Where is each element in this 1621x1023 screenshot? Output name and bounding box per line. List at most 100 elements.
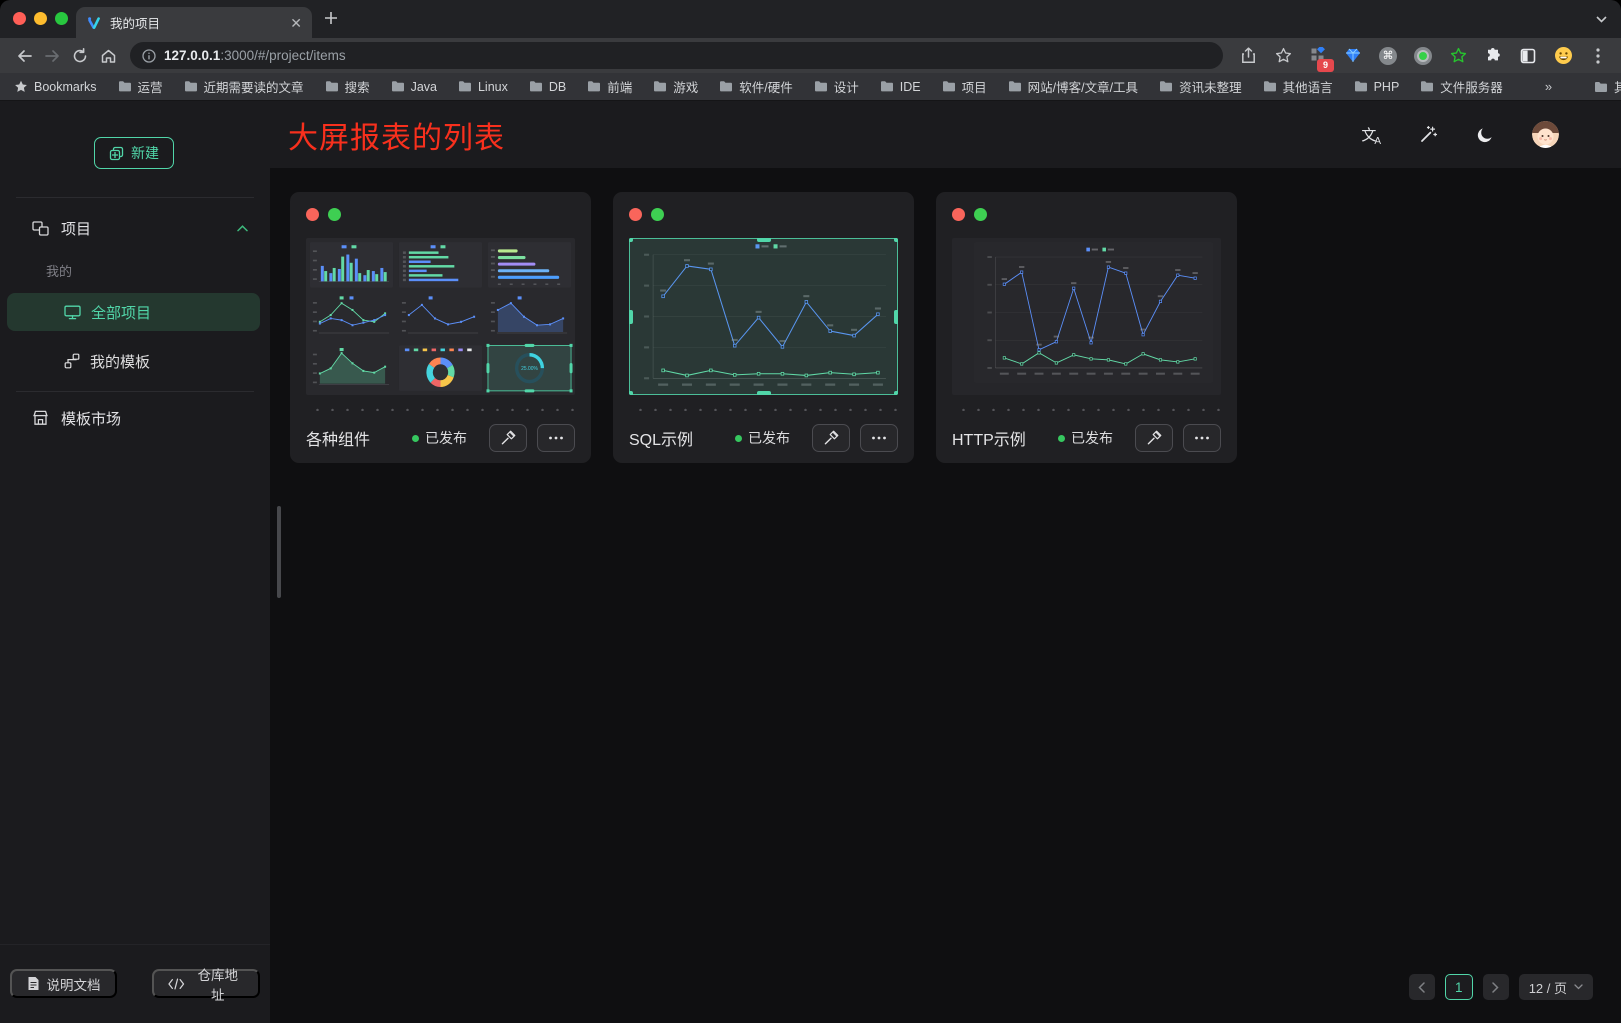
project-card[interactable]: HTTP示例 已发布 [936, 192, 1237, 463]
bookmark-folder[interactable]: DB [529, 80, 566, 94]
close-window-button[interactable] [13, 12, 26, 25]
document-icon [27, 976, 40, 991]
code-icon [168, 978, 185, 990]
menu-kebab-button[interactable] [1585, 43, 1611, 69]
repo-button[interactable]: 仓库地址 [152, 969, 260, 998]
ext-green-dot-icon[interactable] [1410, 43, 1436, 69]
browser-tab-strip: 我的项目 ✕ [0, 0, 1621, 38]
status-dot [412, 435, 419, 442]
bookmark-folder[interactable]: 前端 [587, 77, 632, 96]
bookmark-star-button[interactable] [1270, 43, 1296, 69]
current-page-button[interactable]: 1 [1445, 974, 1473, 1000]
project-card[interactable]: SQL示例 已发布 [613, 192, 914, 463]
tab-close-icon[interactable]: ✕ [290, 16, 302, 30]
project-list-content: 25.00% 各种组件 已发布 [270, 168, 1621, 1023]
page-title: 大屏报表的列表 [288, 113, 505, 157]
other-bookmarks-folder[interactable]: 其他书签 [1594, 77, 1621, 96]
bookmark-folder[interactable]: 其他语言 [1263, 77, 1333, 96]
bookmark-folder[interactable]: IDE [880, 80, 921, 94]
bookmark-folder[interactable]: Linux [458, 80, 508, 94]
folder-icon [719, 80, 733, 93]
folder-icon [1263, 80, 1277, 93]
extension-badge: 9 [1317, 59, 1334, 72]
bookmark-folder[interactable]: 文件服务器 [1420, 77, 1503, 96]
bookmarks-manager-item[interactable]: Bookmarks [14, 80, 97, 94]
more-actions-button[interactable] [1183, 424, 1221, 452]
next-page-button[interactable] [1483, 974, 1509, 1000]
folder-icon [325, 80, 339, 93]
ext-green-star-icon[interactable] [1445, 43, 1471, 69]
bookmark-folder[interactable]: 设计 [814, 77, 859, 96]
zoom-window-button[interactable] [55, 12, 68, 25]
address-bar[interactable]: 127.0.0.1:3000/#/project/items [130, 42, 1223, 69]
bookmark-folder[interactable]: 网站/博客/文章/工具 [1008, 77, 1138, 96]
folder-icon [814, 80, 828, 93]
language-button[interactable]: 文A [1361, 124, 1381, 145]
url-text[interactable]: 127.0.0.1:3000/#/project/items [164, 48, 346, 63]
site-info-icon[interactable] [142, 49, 156, 63]
status-dot [1058, 435, 1065, 442]
bookmarks-overflow-chevron[interactable]: » [1545, 79, 1552, 94]
new-project-button[interactable]: 新建 [94, 137, 174, 169]
magic-wand-button[interactable] [1419, 125, 1438, 144]
project-card[interactable]: 25.00% 各种组件 已发布 [290, 192, 591, 463]
sidebar-group-my: 我的 [46, 261, 72, 280]
status-badge: 已发布 [735, 428, 790, 448]
ext-command-icon[interactable]: ⌘ [1375, 43, 1401, 69]
user-avatar[interactable] [1532, 121, 1559, 148]
ext-emoji-icon[interactable] [1550, 43, 1576, 69]
bookmark-folder[interactable]: 软件/硬件 [719, 77, 792, 96]
bookmark-folder[interactable]: 搜索 [325, 77, 370, 96]
sidebar-item-template-market[interactable]: 模板市场 [0, 401, 270, 435]
monitor-icon [64, 305, 81, 320]
bookmark-folder[interactable]: 项目 [942, 77, 987, 96]
scrollbar-thumb[interactable] [277, 506, 281, 598]
bookmark-folder[interactable]: Java [391, 80, 437, 94]
sidebar-section-project[interactable]: 项目 [0, 211, 270, 245]
folder-icon [1008, 80, 1022, 93]
selection-overlay [629, 238, 898, 395]
folder-icon [184, 80, 198, 93]
edit-project-button[interactable] [1135, 424, 1173, 452]
ext-gem-icon[interactable] [1340, 43, 1366, 69]
browser-tab[interactable]: 我的项目 ✕ [76, 7, 312, 38]
sidebar-item-all-projects[interactable]: 全部项目 [7, 293, 260, 331]
more-actions-button[interactable] [537, 424, 575, 452]
http-line-chart [974, 242, 1213, 383]
bookmark-folder[interactable]: PHP [1354, 80, 1400, 94]
sidebar-item-my-templates[interactable]: 我的模板 [7, 343, 260, 379]
minimize-window-button[interactable] [34, 12, 47, 25]
project-thumbnail[interactable] [629, 238, 898, 395]
window-controls [13, 12, 68, 25]
dark-mode-moon-button[interactable] [1476, 126, 1494, 144]
folder-icon [118, 80, 132, 93]
page-size-select[interactable]: 12 / 页 [1519, 974, 1593, 1000]
folder-icon [942, 80, 956, 93]
bookmarks-bar: Bookmarks 运营 近期需要读的文章 搜索 Java Linux DB 前端 游戏 软件/硬… [0, 73, 1621, 101]
reload-button[interactable] [66, 42, 94, 70]
edit-project-button[interactable] [489, 424, 527, 452]
back-button[interactable] [10, 42, 38, 70]
chevron-down-icon [1574, 984, 1583, 990]
project-thumbnail[interactable] [952, 238, 1221, 395]
edit-project-button[interactable] [812, 424, 850, 452]
ext-puzzle-icon[interactable] [1480, 43, 1506, 69]
bookmark-folder[interactable]: 近期需要读的文章 [184, 77, 304, 96]
star-icon [14, 80, 28, 93]
more-actions-button[interactable] [860, 424, 898, 452]
bookmark-folder[interactable]: 运营 [118, 77, 163, 96]
share-button[interactable] [1235, 43, 1261, 69]
project-title: SQL示例 [629, 426, 735, 450]
bookmark-folder[interactable]: 资讯未整理 [1159, 77, 1242, 96]
bookmark-folder[interactable]: 游戏 [653, 77, 698, 96]
prev-page-button[interactable] [1409, 974, 1435, 1000]
docs-button[interactable]: 说明文档 [10, 969, 117, 998]
forward-button[interactable] [38, 42, 66, 70]
ext-grid-diamond-icon[interactable]: 9 [1305, 43, 1331, 69]
folder-icon [1420, 80, 1434, 93]
project-thumbnail[interactable]: 25.00% [306, 238, 575, 395]
home-button[interactable] [94, 42, 122, 70]
ext-split-square-icon[interactable] [1515, 43, 1541, 69]
tab-search-button[interactable] [1596, 16, 1607, 23]
new-tab-button[interactable] [324, 11, 338, 25]
